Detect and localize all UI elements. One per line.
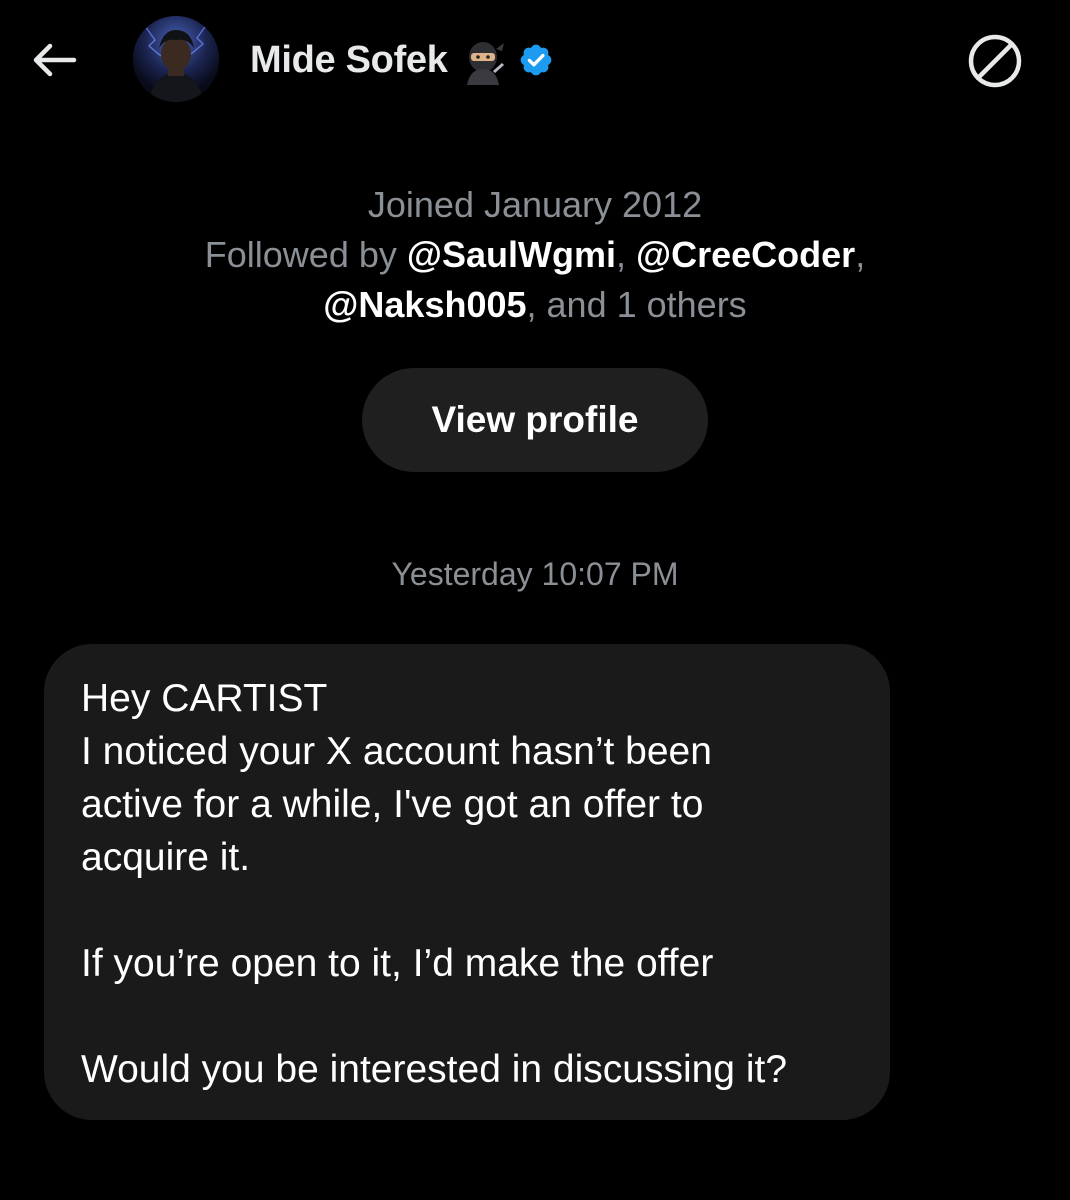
message-bubble[interactable]: Hey CARTIST I noticed your X account has…: [44, 644, 890, 1120]
back-button[interactable]: [24, 34, 84, 86]
avatar[interactable]: [133, 16, 219, 102]
profile-summary: Joined January 2012 Followed by @SaulWgm…: [0, 180, 1070, 330]
message-line: Hey CARTIST: [81, 677, 328, 720]
separator: ,: [616, 234, 627, 275]
message-line: I noticed your X account hasn’t been: [81, 730, 712, 773]
message-line: If you’re open to it, I’d make the offer: [81, 942, 714, 985]
message-line: active for a while, I've got an offer to: [81, 783, 704, 826]
follower-handle[interactable]: @Naksh005: [323, 284, 526, 325]
message-line: Would you be interested in discussing it…: [81, 1048, 788, 1091]
block-icon: [968, 34, 1022, 88]
others-count: , and 1 others: [526, 284, 747, 325]
contact-name: Mide Sofek: [250, 38, 448, 81]
back-arrow-icon: [33, 43, 77, 77]
view-profile-button[interactable]: View profile: [362, 368, 708, 472]
contact-name-row[interactable]: Mide Sofek: [250, 34, 554, 86]
follower-handle[interactable]: @CreeCoder: [636, 234, 855, 275]
joined-date: Joined January 2012: [367, 184, 703, 225]
block-button[interactable]: [966, 32, 1024, 90]
avatar-image: [133, 16, 219, 102]
conversation-header: Mide Sofek: [0, 0, 1070, 124]
followed-by-line-2: @Naksh005, and 1 others: [0, 280, 1070, 330]
follower-handle[interactable]: @SaulWgmi: [407, 234, 616, 275]
message-line: acquire it.: [81, 836, 251, 879]
followed-by-line: Followed by @SaulWgmi, @CreeCoder,: [0, 230, 1070, 280]
followed-by-label: Followed by: [204, 234, 397, 275]
message-timestamp: Yesterday 10:07 PM: [391, 556, 679, 592]
verified-badge-icon: [518, 42, 554, 78]
ninja-emoji-icon: [458, 35, 508, 85]
separator: ,: [855, 234, 866, 275]
